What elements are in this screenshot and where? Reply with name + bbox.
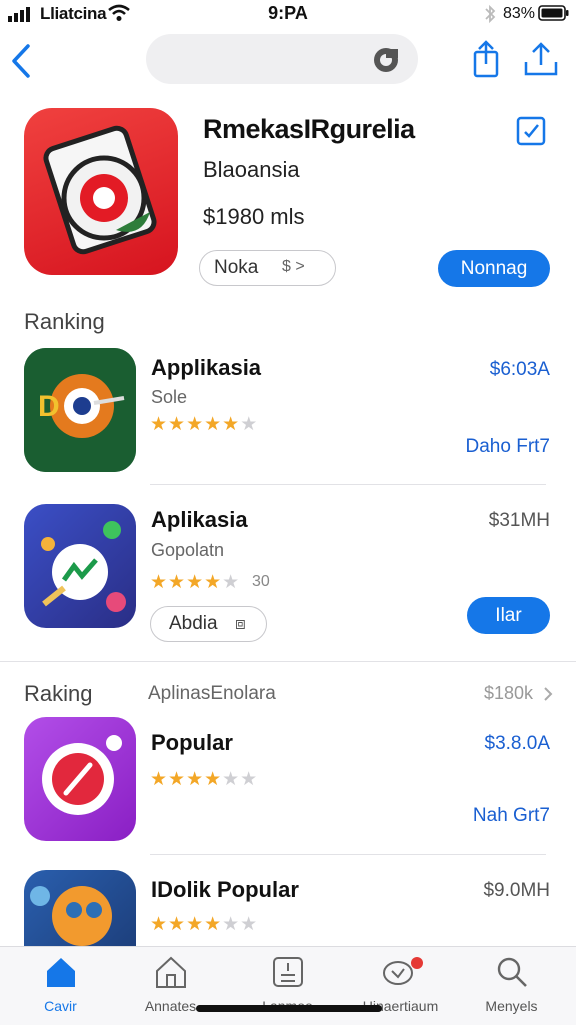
featured-app-subtitle: Blaoansia xyxy=(203,157,300,182)
featured-get-button[interactable]: Nonnag xyxy=(438,250,550,287)
star-rating: ★★★★★★ xyxy=(150,914,259,935)
section-title-ranking: Raking xyxy=(24,681,93,706)
app-get-button[interactable]: Ilar xyxy=(467,597,550,634)
row-divider xyxy=(150,854,546,855)
home-indicator xyxy=(196,1005,382,1012)
app-icon-applikasia[interactable]: D xyxy=(24,348,136,472)
tab-today[interactable]: Cavir xyxy=(3,947,118,1025)
tab-games[interactable]: Annates xyxy=(113,947,228,1025)
app-subtitle: Gopolatn xyxy=(151,540,225,560)
app-outline-button[interactable]: Abdia ⧈ xyxy=(150,606,267,642)
app-meta[interactable]: Daho Frt7 xyxy=(420,436,550,458)
featured-app-price: $1980 mls xyxy=(203,204,305,229)
app-price[interactable]: $31MH xyxy=(440,510,550,532)
featured-outline-extra: $ > xyxy=(282,258,305,275)
app-title[interactable]: Applikasia xyxy=(151,355,261,381)
app-logo xyxy=(41,521,126,612)
chevron-right-icon[interactable] xyxy=(542,686,554,702)
section-title-ranking: Ranking xyxy=(24,309,105,334)
search-bar[interactable] xyxy=(146,34,418,84)
featured-app-icon[interactable] xyxy=(24,108,178,275)
house-outline-icon xyxy=(155,956,186,988)
app-icon-popular[interactable] xyxy=(24,717,136,841)
section-price[interactable]: $180k xyxy=(484,683,533,704)
section-divider xyxy=(0,661,576,662)
tab-search[interactable]: Menyels xyxy=(454,947,569,1025)
layers-icon xyxy=(272,957,303,987)
featured-app-title[interactable]: RmekasIRgurelia xyxy=(203,114,415,145)
bookmark-icon: ⧈ xyxy=(235,614,246,633)
app-title[interactable]: IDolik Popular xyxy=(151,877,299,903)
featured-app-logo xyxy=(43,125,157,255)
app-logo xyxy=(30,886,112,946)
search-icon xyxy=(497,957,527,987)
featured-outline-button[interactable]: Noka $ > xyxy=(199,250,336,286)
app-icon-idolik[interactable] xyxy=(24,870,136,948)
tab-bar: Cavir Annates Lanmoo Uinaertiaum Menyels xyxy=(0,946,576,1025)
tab-apps[interactable]: Lanmoo xyxy=(230,947,345,1025)
star-rating: ★★★★★★ xyxy=(150,769,259,790)
section-subtitle[interactable]: AplinasEnolara xyxy=(148,683,276,705)
app-subtitle: Sole xyxy=(151,387,188,407)
app-meta[interactable]: Nah Grt7 xyxy=(420,805,550,827)
row-divider xyxy=(150,484,546,485)
app-title[interactable]: Popular xyxy=(151,730,233,756)
share-icon[interactable] xyxy=(470,40,502,80)
star-rating: ★★★★★★ xyxy=(150,414,259,435)
tab-updates[interactable]: Uinaertiaum xyxy=(343,947,458,1025)
bluetooth-icon xyxy=(485,4,496,24)
battery-percent: 83% xyxy=(503,5,536,22)
star-rating: ★★★★★ xyxy=(150,572,241,593)
battery-icon xyxy=(538,5,569,21)
edit-icon[interactable] xyxy=(515,115,547,147)
app-title[interactable]: Aplikasia xyxy=(151,507,248,533)
back-chevron-icon[interactable] xyxy=(8,42,34,80)
app-logo xyxy=(42,735,122,815)
status-bar: Lliatcina 9:PA 83% xyxy=(0,0,576,30)
chat-badge-icon xyxy=(382,957,423,985)
refresh-icon[interactable] xyxy=(371,45,401,75)
app-icon-aplikasia[interactable] xyxy=(24,504,136,628)
app-price[interactable]: $3.8.0A xyxy=(440,733,551,755)
upload-icon[interactable] xyxy=(522,40,560,80)
home-icon xyxy=(46,958,75,987)
rating-count: 30 xyxy=(252,573,270,590)
app-logo: D xyxy=(24,348,136,472)
app-price[interactable]: $6:03A xyxy=(440,359,550,381)
app-price[interactable]: $9.0MH xyxy=(440,880,550,902)
svg-text:D: D xyxy=(38,390,60,423)
